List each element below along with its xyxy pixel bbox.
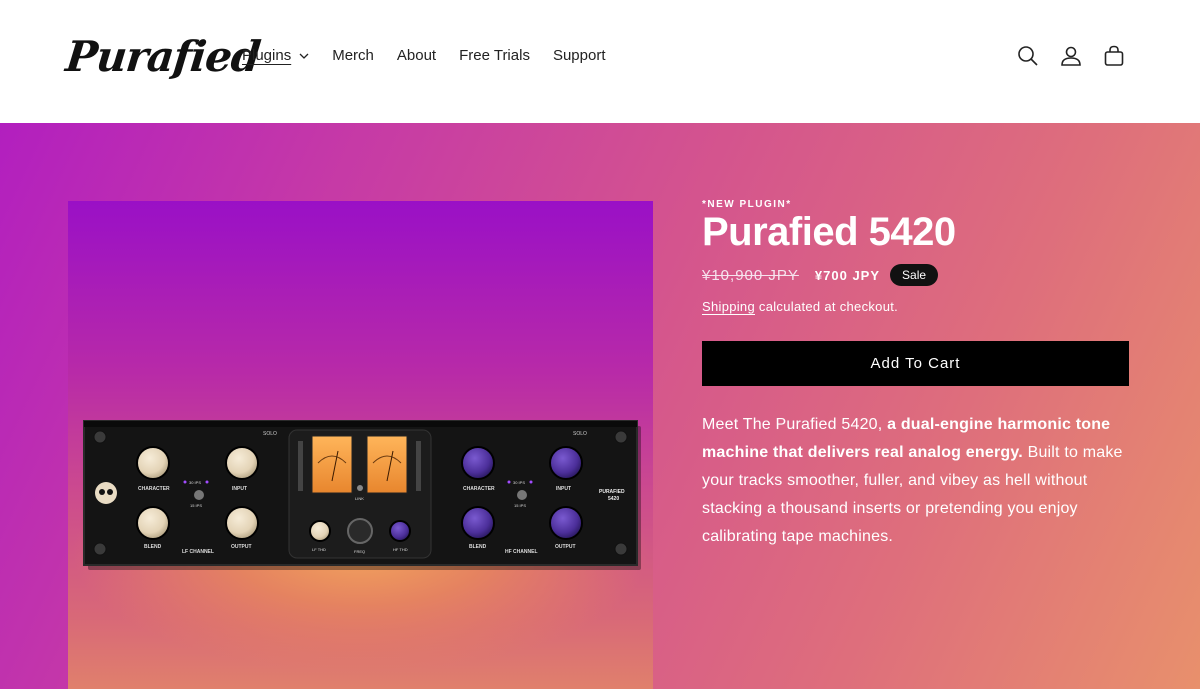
nav-label: Free Trials — [459, 47, 530, 64]
svg-text:LINK: LINK — [355, 496, 364, 501]
new-plugin-tag: *NEW PLUGIN* — [702, 199, 792, 210]
svg-text:LF THD: LF THD — [312, 547, 326, 552]
product-image: SOLO CHARACTER INPUT BLEND OUTPUT LF CHA… — [68, 201, 653, 689]
svg-text:OUTPUT: OUTPUT — [555, 544, 576, 550]
plugin-render: SOLO CHARACTER INPUT BLEND OUTPUT LF CHA… — [83, 420, 641, 570]
header-icons — [999, 42, 1128, 70]
nav-item-about[interactable]: About — [397, 46, 436, 66]
svg-text:PURAFIED: PURAFIED — [599, 489, 625, 495]
shipping-link[interactable]: Shipping — [702, 299, 755, 314]
shipping-note: Shipping calculated at checkout. — [702, 299, 898, 314]
svg-text:LF CHANNEL: LF CHANNEL — [182, 549, 214, 555]
product-hero: SOLO CHARACTER INPUT BLEND OUTPUT LF CHA… — [0, 123, 1200, 689]
nav-label: Merch — [332, 47, 374, 64]
svg-text:30 IPS: 30 IPS — [513, 480, 525, 485]
svg-text:CHARACTER: CHARACTER — [138, 486, 170, 492]
main-nav: Plugins Merch About Free Trials Support — [242, 46, 629, 66]
product-title: Purafied 5420 — [702, 210, 956, 254]
shipping-text: calculated at checkout. — [755, 299, 899, 314]
price-row: ¥10,900 JPY ¥700 JPY Sale — [702, 264, 939, 286]
svg-text:FREQ: FREQ — [354, 549, 365, 554]
site-header: Purafied Plugins Merch About Free Trials… — [0, 0, 1200, 123]
svg-text:HF CHANNEL: HF CHANNEL — [505, 549, 538, 555]
product-description: Meet The Purafied 5420, a dual-engine ha… — [702, 411, 1142, 551]
add-to-cart-button[interactable]: Add To Cart — [702, 341, 1129, 386]
svg-text:BLEND: BLEND — [469, 544, 487, 550]
account-icon[interactable] — [1057, 42, 1085, 70]
svg-text:15 IPS: 15 IPS — [514, 503, 526, 508]
sale-price: ¥700 JPY — [814, 267, 881, 283]
nav-label: Support — [552, 47, 606, 64]
nav-label: Plugins — [242, 47, 292, 64]
nav-item-merch[interactable]: Merch — [332, 46, 374, 66]
chevron-down-icon — [299, 53, 309, 59]
svg-text:15 IPS: 15 IPS — [190, 503, 202, 508]
search-icon[interactable] — [1014, 42, 1042, 70]
desc-intro: Meet The Purafied 5420, — [702, 416, 888, 433]
sale-badge: Sale — [890, 264, 939, 286]
nav-item-support[interactable]: Support — [553, 46, 606, 66]
svg-text:CHARACTER: CHARACTER — [463, 486, 495, 492]
svg-text:HF THD: HF THD — [393, 547, 408, 552]
brand-logo[interactable]: Purafied — [63, 26, 262, 88]
svg-text:5420: 5420 — [608, 496, 619, 502]
svg-text:30 IPS: 30 IPS — [189, 480, 201, 485]
svg-text:OUTPUT: OUTPUT — [231, 544, 252, 550]
svg-text:INPUT: INPUT — [232, 486, 247, 492]
svg-text:SOLO: SOLO — [263, 431, 277, 437]
nav-item-plugins[interactable]: Plugins — [242, 46, 309, 66]
svg-text:INPUT: INPUT — [556, 486, 571, 492]
nav-item-free-trials[interactable]: Free Trials — [459, 46, 530, 66]
logo-text: Purafied — [63, 32, 263, 81]
original-price: ¥10,900 JPY — [702, 266, 799, 284]
svg-text:BLEND: BLEND — [144, 544, 162, 550]
cart-icon[interactable] — [1100, 42, 1128, 70]
svg-text:SOLO: SOLO — [573, 431, 587, 437]
nav-label: About — [396, 47, 437, 64]
mascot-icon — [95, 482, 117, 504]
